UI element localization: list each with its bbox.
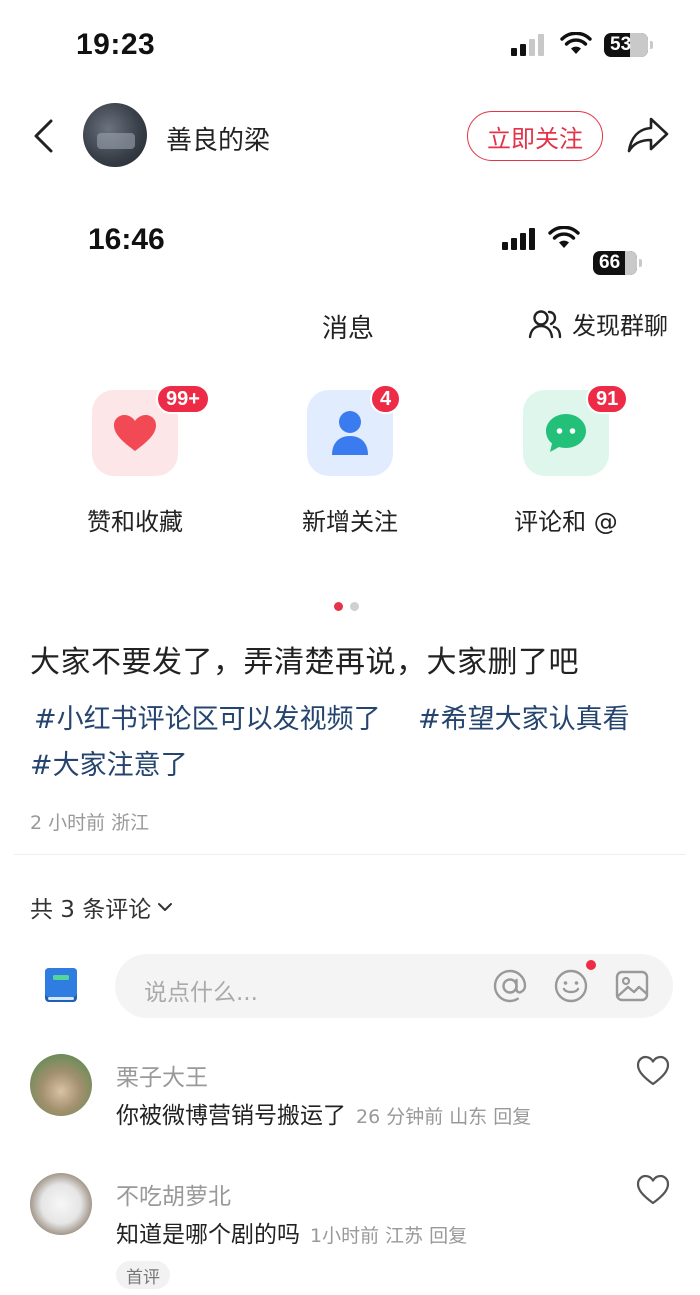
post-title: 大家不要发了，弄清楚再说，大家删了吧 <box>30 645 579 680</box>
comments-badge: 91 <box>586 384 629 414</box>
comment-input-placeholder: 说点什么... <box>144 980 258 1006</box>
cellular-signal-icon <box>511 34 544 56</box>
comment-text: 你被微博营销号搬运了 <box>116 1103 346 1129</box>
post-meta: 2 小时前 浙江 <box>30 812 150 834</box>
carousel-dot-active[interactable] <box>334 602 343 611</box>
commenter-name[interactable]: 栗子大王 <box>116 1058 208 1092</box>
status-time: 19:23 <box>76 28 156 61</box>
likes-favorites-label: 赞和收藏 <box>87 508 183 536</box>
commenter-name[interactable]: 不吃胡萝北 <box>116 1177 231 1211</box>
embedded-battery-icon: 66 <box>593 251 642 275</box>
like-heart-icon[interactable] <box>636 1174 670 1206</box>
hashtag-link[interactable]: #小红书评论区可以发视频了 <box>34 697 381 736</box>
share-icon[interactable] <box>626 114 670 156</box>
like-heart-icon[interactable] <box>636 1055 670 1087</box>
emoji-notification-dot <box>586 960 596 970</box>
comment-count-label: 共 3 条评论 <box>30 897 152 923</box>
likes-badge: 99+ <box>156 384 210 414</box>
chat-bubble-icon <box>546 414 586 452</box>
person-icon <box>332 411 368 455</box>
chevron-down-icon <box>158 903 173 911</box>
wifi-icon <box>560 32 592 54</box>
first-comment-tag: 首评 <box>116 1261 170 1289</box>
commenter-avatar[interactable] <box>30 1173 92 1235</box>
messages-title: 消息 <box>322 314 375 344</box>
book-icon[interactable] <box>42 966 80 1004</box>
emoji-icon[interactable] <box>553 968 589 1004</box>
embedded-status-time: 16:46 <box>88 223 165 256</box>
embedded-wifi-icon <box>548 226 580 248</box>
hashtag-link[interactable]: #希望大家认真看 <box>418 697 630 736</box>
comment-text: 知道是哪个剧的吗 <box>116 1222 300 1248</box>
new-followers-label: 新增关注 <box>302 508 398 536</box>
comment-body: 知道是哪个剧的吗 1小时前 江苏 回复 <box>116 1215 467 1249</box>
followers-badge: 4 <box>370 384 402 414</box>
group-chat-label: 发现群聊 <box>572 312 668 340</box>
battery-icon: 53 <box>604 33 653 57</box>
back-arrow-icon[interactable] <box>30 118 56 154</box>
comments-mentions-label: 评论和 @ <box>514 508 618 536</box>
group-people-icon <box>528 309 562 338</box>
comment-meta[interactable]: 26 分钟前 山东 回复 <box>356 1102 531 1129</box>
embedded-cellular-signal-icon <box>502 228 535 250</box>
follow-button[interactable]: 立即关注 <box>467 111 603 161</box>
mention-at-icon[interactable] <box>492 968 528 1004</box>
comment-body: 你被微博营销号搬运了 26 分钟前 山东 回复 <box>116 1096 531 1130</box>
author-avatar[interactable] <box>83 103 147 167</box>
hashtag-link[interactable]: #大家注意了 <box>30 743 188 782</box>
author-name[interactable]: 善良的梁 <box>166 120 270 157</box>
discover-group-chat: 发现群聊 <box>528 306 668 341</box>
commenter-avatar[interactable] <box>30 1054 92 1116</box>
carousel-dot[interactable] <box>350 602 359 611</box>
image-icon[interactable] <box>614 968 650 1004</box>
divider <box>14 854 686 855</box>
comment-meta[interactable]: 1小时前 江苏 回复 <box>310 1221 467 1248</box>
comment-count-sort[interactable]: 共 3 条评论 <box>30 890 173 924</box>
heart-icon <box>114 415 156 451</box>
